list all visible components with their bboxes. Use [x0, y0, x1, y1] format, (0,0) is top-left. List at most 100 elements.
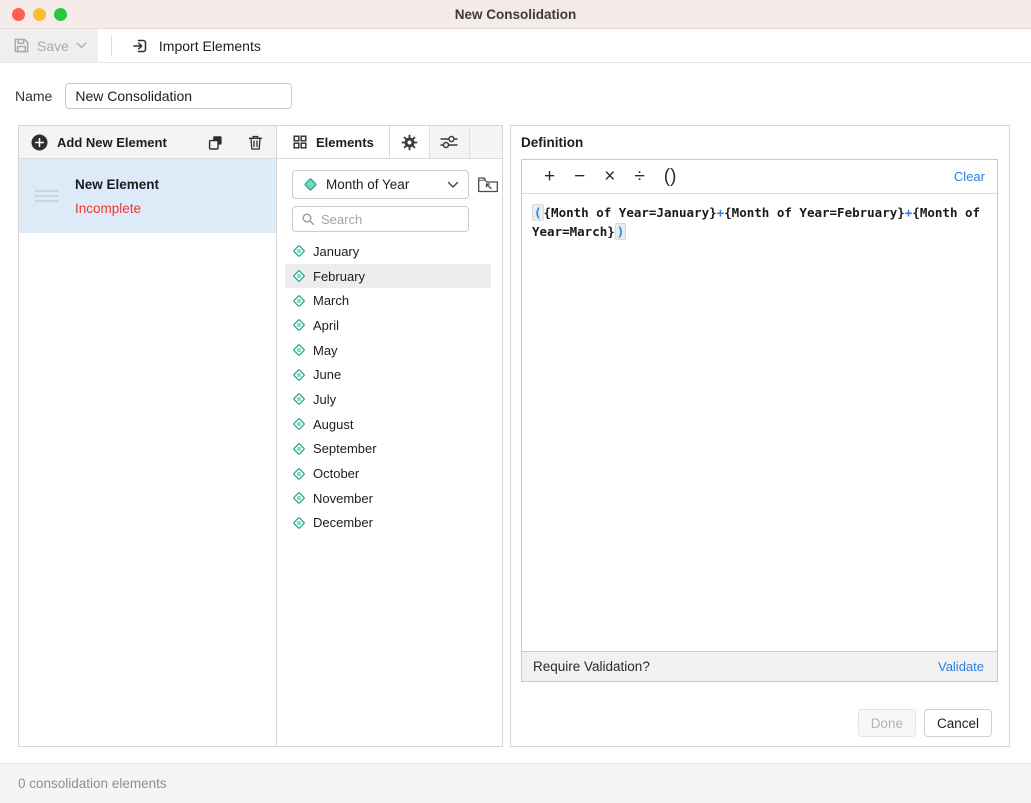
- formula-term: {Month of: [912, 205, 980, 220]
- list-item-month[interactable]: May: [285, 338, 491, 363]
- element-diamond-icon: [292, 516, 306, 530]
- list-item-month[interactable]: April: [285, 313, 491, 338]
- month-label: August: [313, 417, 353, 432]
- element-list-pane: Add New Element: [19, 126, 277, 746]
- element-diamond-icon: [292, 467, 306, 481]
- element-diamond-icon: [292, 294, 306, 308]
- add-new-element-button[interactable]: Add New Element: [57, 135, 198, 150]
- chevron-down-icon: [76, 42, 87, 49]
- drag-handle-icon[interactable]: [35, 190, 59, 202]
- list-item-month[interactable]: March: [285, 288, 491, 313]
- formula-paren: (: [532, 204, 544, 221]
- search-box: [292, 206, 469, 232]
- list-item-month[interactable]: October: [285, 461, 491, 486]
- browser-tabstrip: Elements: [277, 126, 502, 159]
- month-label: July: [313, 392, 336, 407]
- month-label: December: [313, 515, 373, 530]
- sliders-icon: [439, 134, 459, 150]
- element-diamond-icon: [292, 343, 306, 357]
- element-list-header: Add New Element: [19, 126, 276, 159]
- import-icon: [132, 37, 150, 55]
- operator-minus-button[interactable]: −: [569, 167, 590, 186]
- grid-icon: [292, 134, 308, 150]
- zoom-window-button[interactable]: [54, 8, 67, 21]
- element-browser-pane: Elements: [277, 126, 502, 746]
- browser-body: Month of Year: [277, 159, 502, 535]
- definition-panel: Definition +−× ÷ () Clear ( {Month of Year=…: [510, 125, 1010, 747]
- element-status-badge: Incomplete: [75, 201, 159, 216]
- list-item-month[interactable]: December: [285, 511, 491, 536]
- clear-link[interactable]: Clear: [954, 169, 985, 184]
- element-title: New Element: [75, 177, 159, 192]
- element-diamond-icon: [292, 417, 306, 431]
- search-input[interactable]: [321, 212, 460, 227]
- status-bar: 0 consolidation elements: [0, 763, 1031, 803]
- close-window-button[interactable]: [12, 8, 25, 21]
- list-item-month[interactable]: February: [285, 264, 491, 289]
- element-diamond-icon: [292, 269, 306, 283]
- tab-elements[interactable]: Elements: [277, 126, 390, 158]
- dialog-buttons: Done Cancel: [521, 709, 998, 737]
- minimize-window-button[interactable]: [33, 8, 46, 21]
- operator-buttons: +−× ÷ (): [539, 167, 954, 186]
- gear-icon: [401, 134, 418, 151]
- duplicate-element-icon[interactable]: [207, 134, 224, 151]
- operator-plus-button[interactable]: +: [539, 167, 560, 186]
- save-icon: [13, 37, 30, 54]
- month-label: October: [313, 466, 359, 481]
- month-label: January: [313, 244, 359, 259]
- tab-elements-label: Elements: [316, 135, 374, 150]
- operator-divide-button[interactable]: ÷: [629, 167, 649, 186]
- operator-multiply-button[interactable]: ×: [599, 167, 620, 186]
- list-item-month[interactable]: June: [285, 362, 491, 387]
- require-validation-label: Require Validation?: [533, 659, 650, 674]
- element-diamond-icon: [292, 368, 306, 382]
- month-label: May: [313, 343, 338, 358]
- save-button-label: Save: [37, 38, 69, 54]
- dimension-diamond-icon: [303, 177, 318, 192]
- list-item-element[interactable]: New Element Incomplete: [19, 159, 276, 233]
- definition-title: Definition: [521, 135, 998, 150]
- save-button[interactable]: Save: [0, 29, 98, 62]
- list-item-month[interactable]: August: [285, 412, 491, 437]
- month-label: September: [313, 441, 377, 456]
- hierarchy-dropdown[interactable]: Month of Year: [292, 170, 469, 199]
- traffic-lights: [12, 8, 67, 21]
- month-list: January February March April May June July Augu…: [285, 239, 491, 535]
- tab-filters[interactable]: [430, 126, 470, 158]
- month-label: June: [313, 367, 341, 382]
- cancel-button[interactable]: Cancel: [924, 709, 992, 737]
- month-label: March: [313, 293, 349, 308]
- folder-jump-icon[interactable]: [477, 175, 499, 194]
- status-text: 0 consolidation elements: [18, 776, 167, 791]
- operator-bar: +−× ÷ () Clear: [522, 160, 997, 194]
- done-button[interactable]: Done: [858, 709, 916, 737]
- formula-term: Year=March}: [532, 224, 615, 239]
- search-icon: [301, 212, 315, 226]
- add-circle-icon[interactable]: [31, 134, 48, 151]
- elements-container: Add New Element: [18, 125, 503, 747]
- window-title: New Consolidation: [0, 7, 1031, 22]
- operator-parentheses-button[interactable]: (): [659, 167, 682, 186]
- toolbar: Save Import Elements: [0, 29, 1031, 63]
- list-item-month[interactable]: November: [285, 486, 491, 511]
- import-elements-button[interactable]: Import Elements: [120, 29, 273, 62]
- formula-box: +−×÷() Clear ({Month of Year=January}+{M…: [521, 159, 998, 682]
- name-input[interactable]: [65, 83, 292, 109]
- month-label: November: [313, 491, 373, 506]
- hierarchy-dropdown-value: Month of Year: [326, 177, 439, 192]
- element-diamond-icon: [292, 392, 306, 406]
- toolbar-divider: [111, 35, 112, 56]
- tab-settings[interactable]: [390, 126, 430, 158]
- element-diamond-icon: [292, 244, 306, 258]
- validate-link[interactable]: Validate: [938, 659, 984, 674]
- delete-element-icon[interactable]: [248, 134, 263, 151]
- formula-editor[interactable]: ({Month of Year=January}+{Month of Year=…: [522, 194, 997, 651]
- list-item-month[interactable]: January: [285, 239, 491, 264]
- list-item-month[interactable]: September: [285, 437, 491, 462]
- month-label: April: [313, 318, 339, 333]
- element-diamond-icon: [292, 318, 306, 332]
- list-item-month[interactable]: July: [285, 387, 491, 412]
- app-window: New Consolidation Save: [0, 0, 1031, 803]
- validation-bar: Require Validation? Validate: [522, 651, 997, 681]
